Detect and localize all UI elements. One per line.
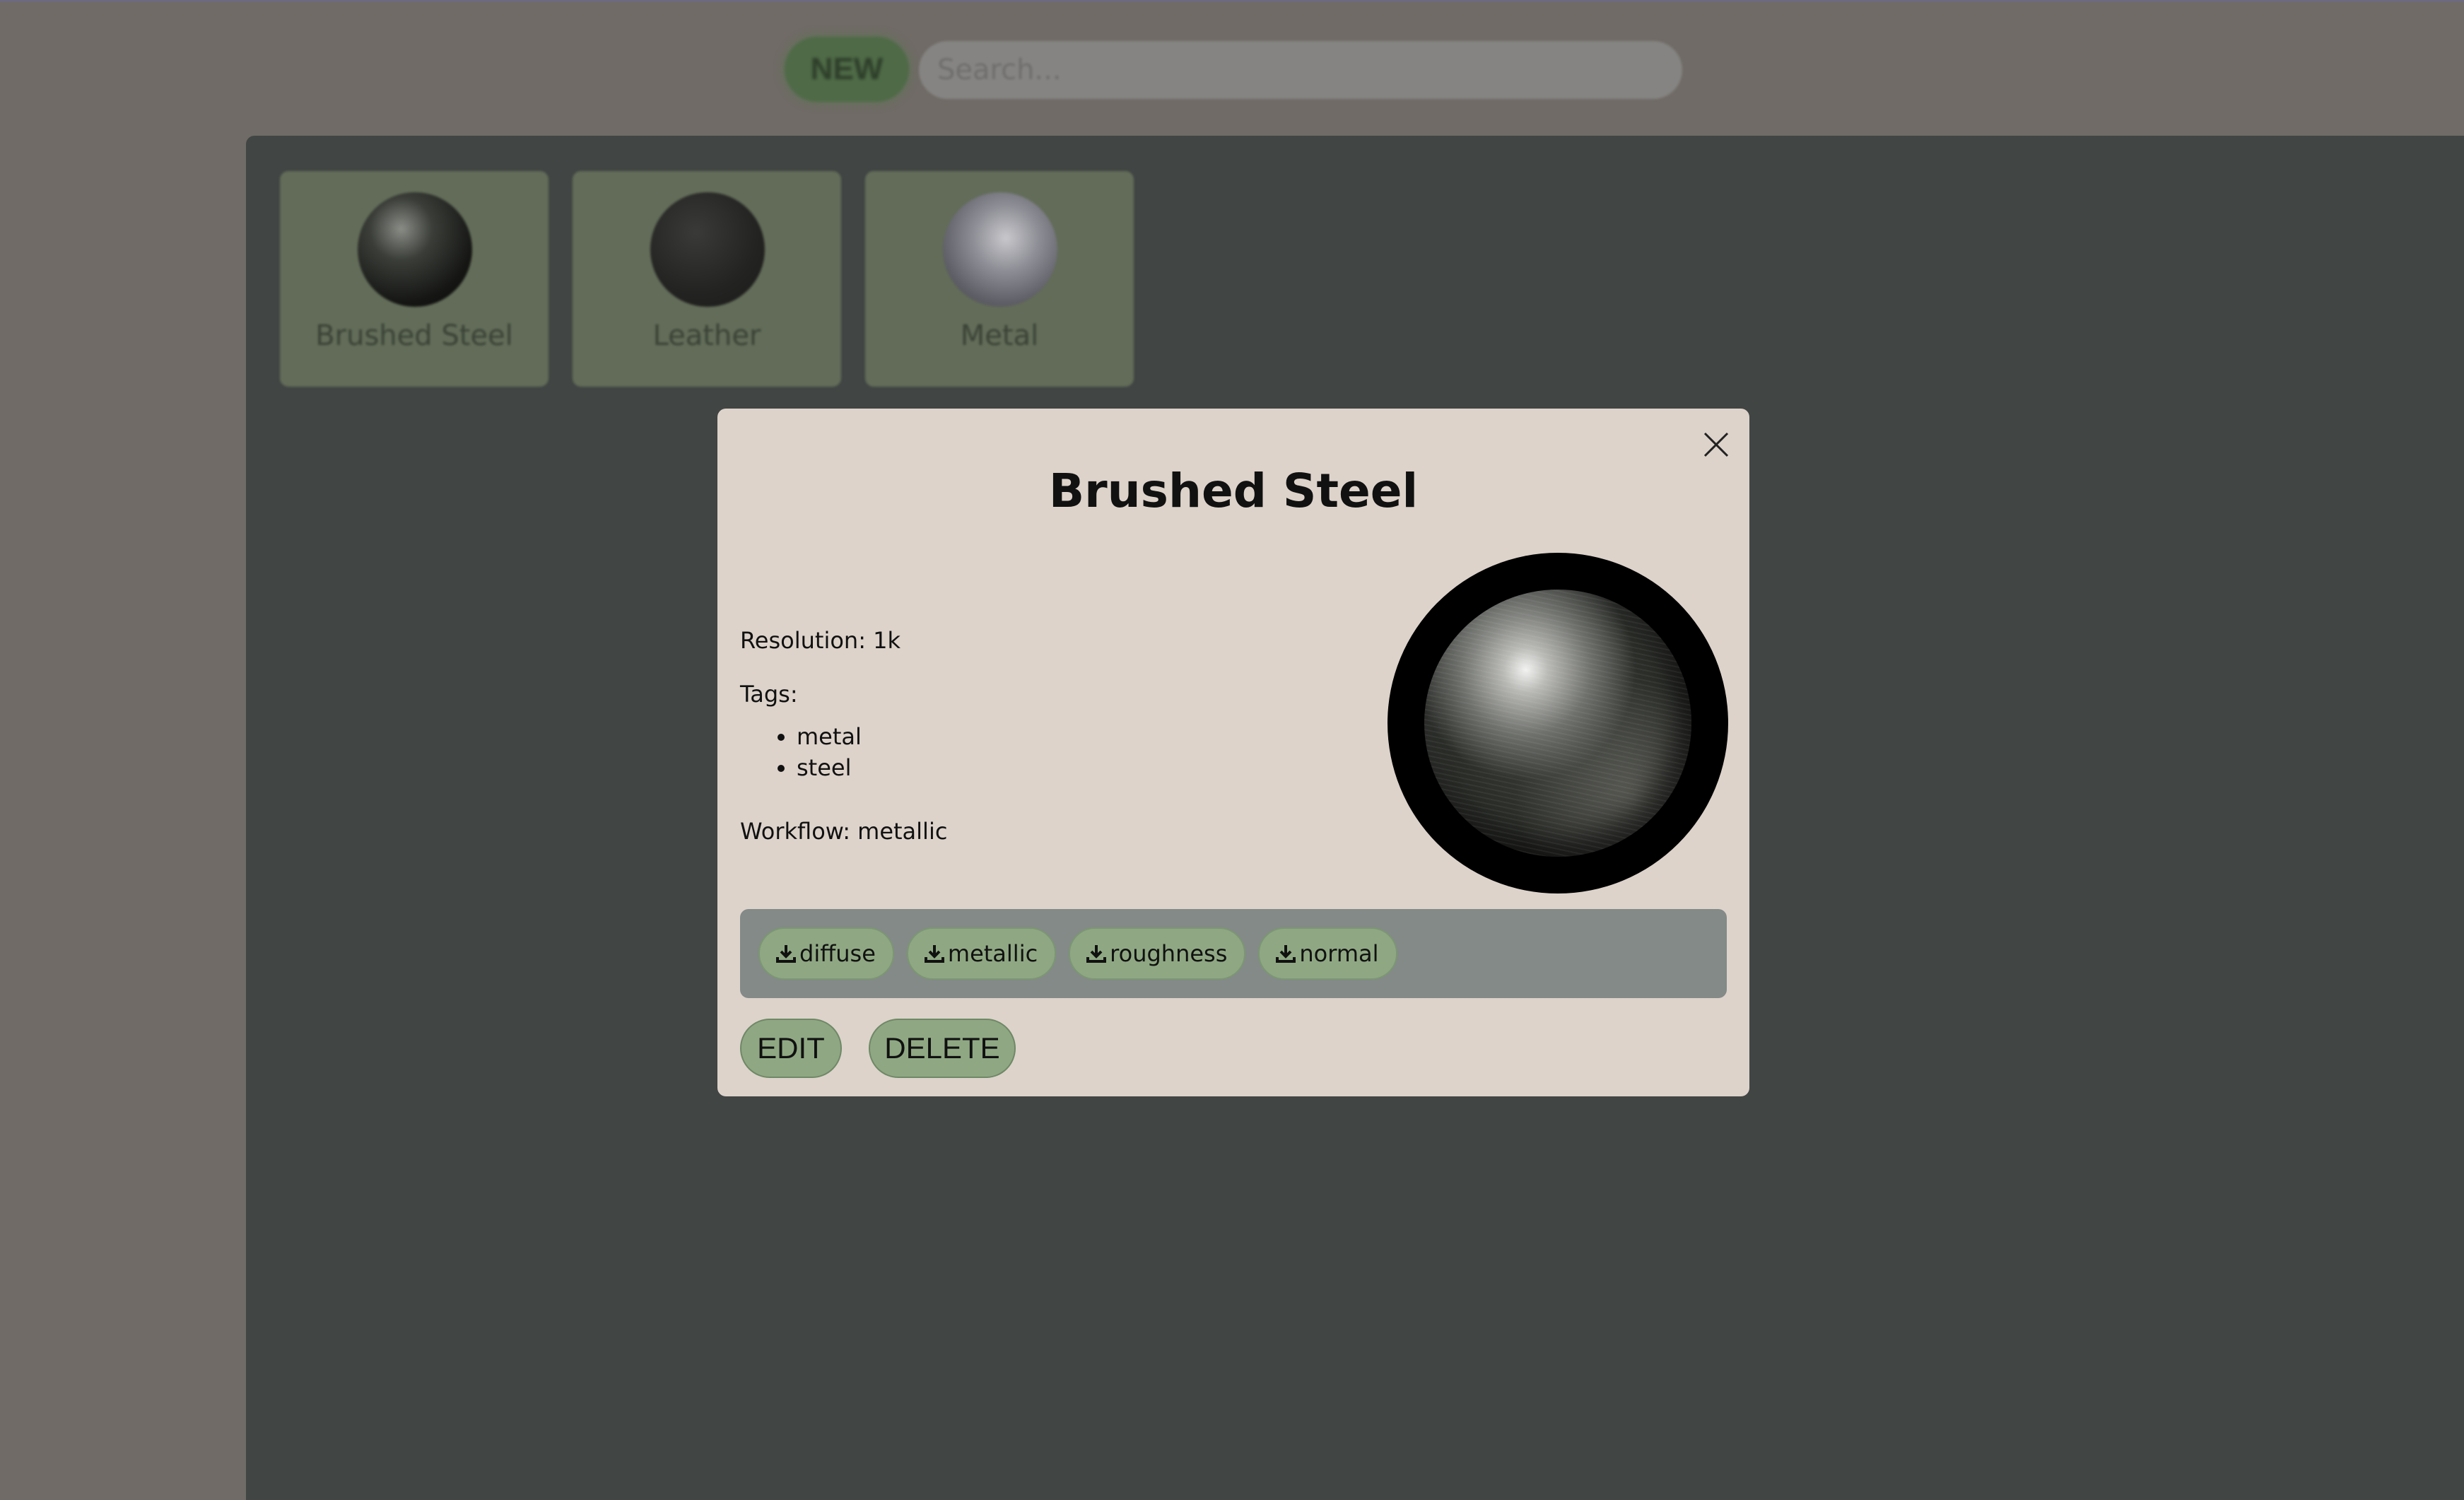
material-info: Resolution: 1k Tags: metal steel Workflo… — [740, 614, 947, 858]
material-card-label: Brushed Steel — [315, 320, 513, 352]
brushed-steel-sphere-render — [1424, 590, 1691, 857]
close-button[interactable] — [1693, 421, 1740, 468]
close-icon — [1703, 432, 1729, 457]
download-roughness-button[interactable]: roughness — [1069, 927, 1246, 980]
download-diffuse-button[interactable]: diffuse — [758, 927, 894, 980]
tags-label: Tags: — [740, 681, 798, 708]
download-icon — [776, 945, 796, 963]
download-metallic-button[interactable]: metallic — [906, 927, 1057, 980]
delete-button[interactable]: DELETE — [869, 1019, 1016, 1078]
download-icon — [1086, 945, 1107, 963]
map-label: normal — [1299, 940, 1379, 967]
material-card-brushed-steel[interactable]: Brushed Steel — [280, 171, 548, 387]
map-label: diffuse — [799, 940, 876, 967]
material-card-label: Metal — [960, 320, 1039, 352]
material-card-metal[interactable]: Metal — [865, 171, 1134, 387]
search-input[interactable] — [919, 41, 1682, 99]
resolution-text: Resolution: 1k — [740, 627, 901, 654]
texture-maps-bar: diffuse metallic roughness normal — [740, 909, 1727, 998]
map-label: metallic — [947, 940, 1038, 967]
leather-thumbnail — [650, 192, 765, 307]
brushed-steel-thumbnail — [358, 192, 472, 307]
download-normal-button[interactable]: normal — [1258, 927, 1397, 980]
material-card-label: Leather — [652, 320, 761, 352]
material-card-leather[interactable]: Leather — [573, 171, 841, 387]
download-icon — [1276, 945, 1296, 963]
tags-list: metal steel — [740, 721, 947, 783]
metal-thumbnail — [943, 192, 1057, 307]
material-preview-sphere — [1388, 553, 1728, 893]
new-button[interactable]: NEW — [785, 37, 909, 102]
edit-button[interactable]: EDIT — [740, 1019, 842, 1078]
top-bar: NEW — [0, 0, 2464, 134]
map-label: roughness — [1110, 940, 1228, 967]
download-icon — [924, 945, 944, 963]
material-detail-modal: Brushed Steel Resolution: 1k Tags: metal… — [717, 409, 1749, 1096]
tag-item: metal — [797, 721, 947, 752]
modal-title: Brushed Steel — [1048, 464, 1419, 518]
tag-item: steel — [797, 752, 947, 783]
workflow-text: Workflow: metallic — [740, 818, 948, 845]
